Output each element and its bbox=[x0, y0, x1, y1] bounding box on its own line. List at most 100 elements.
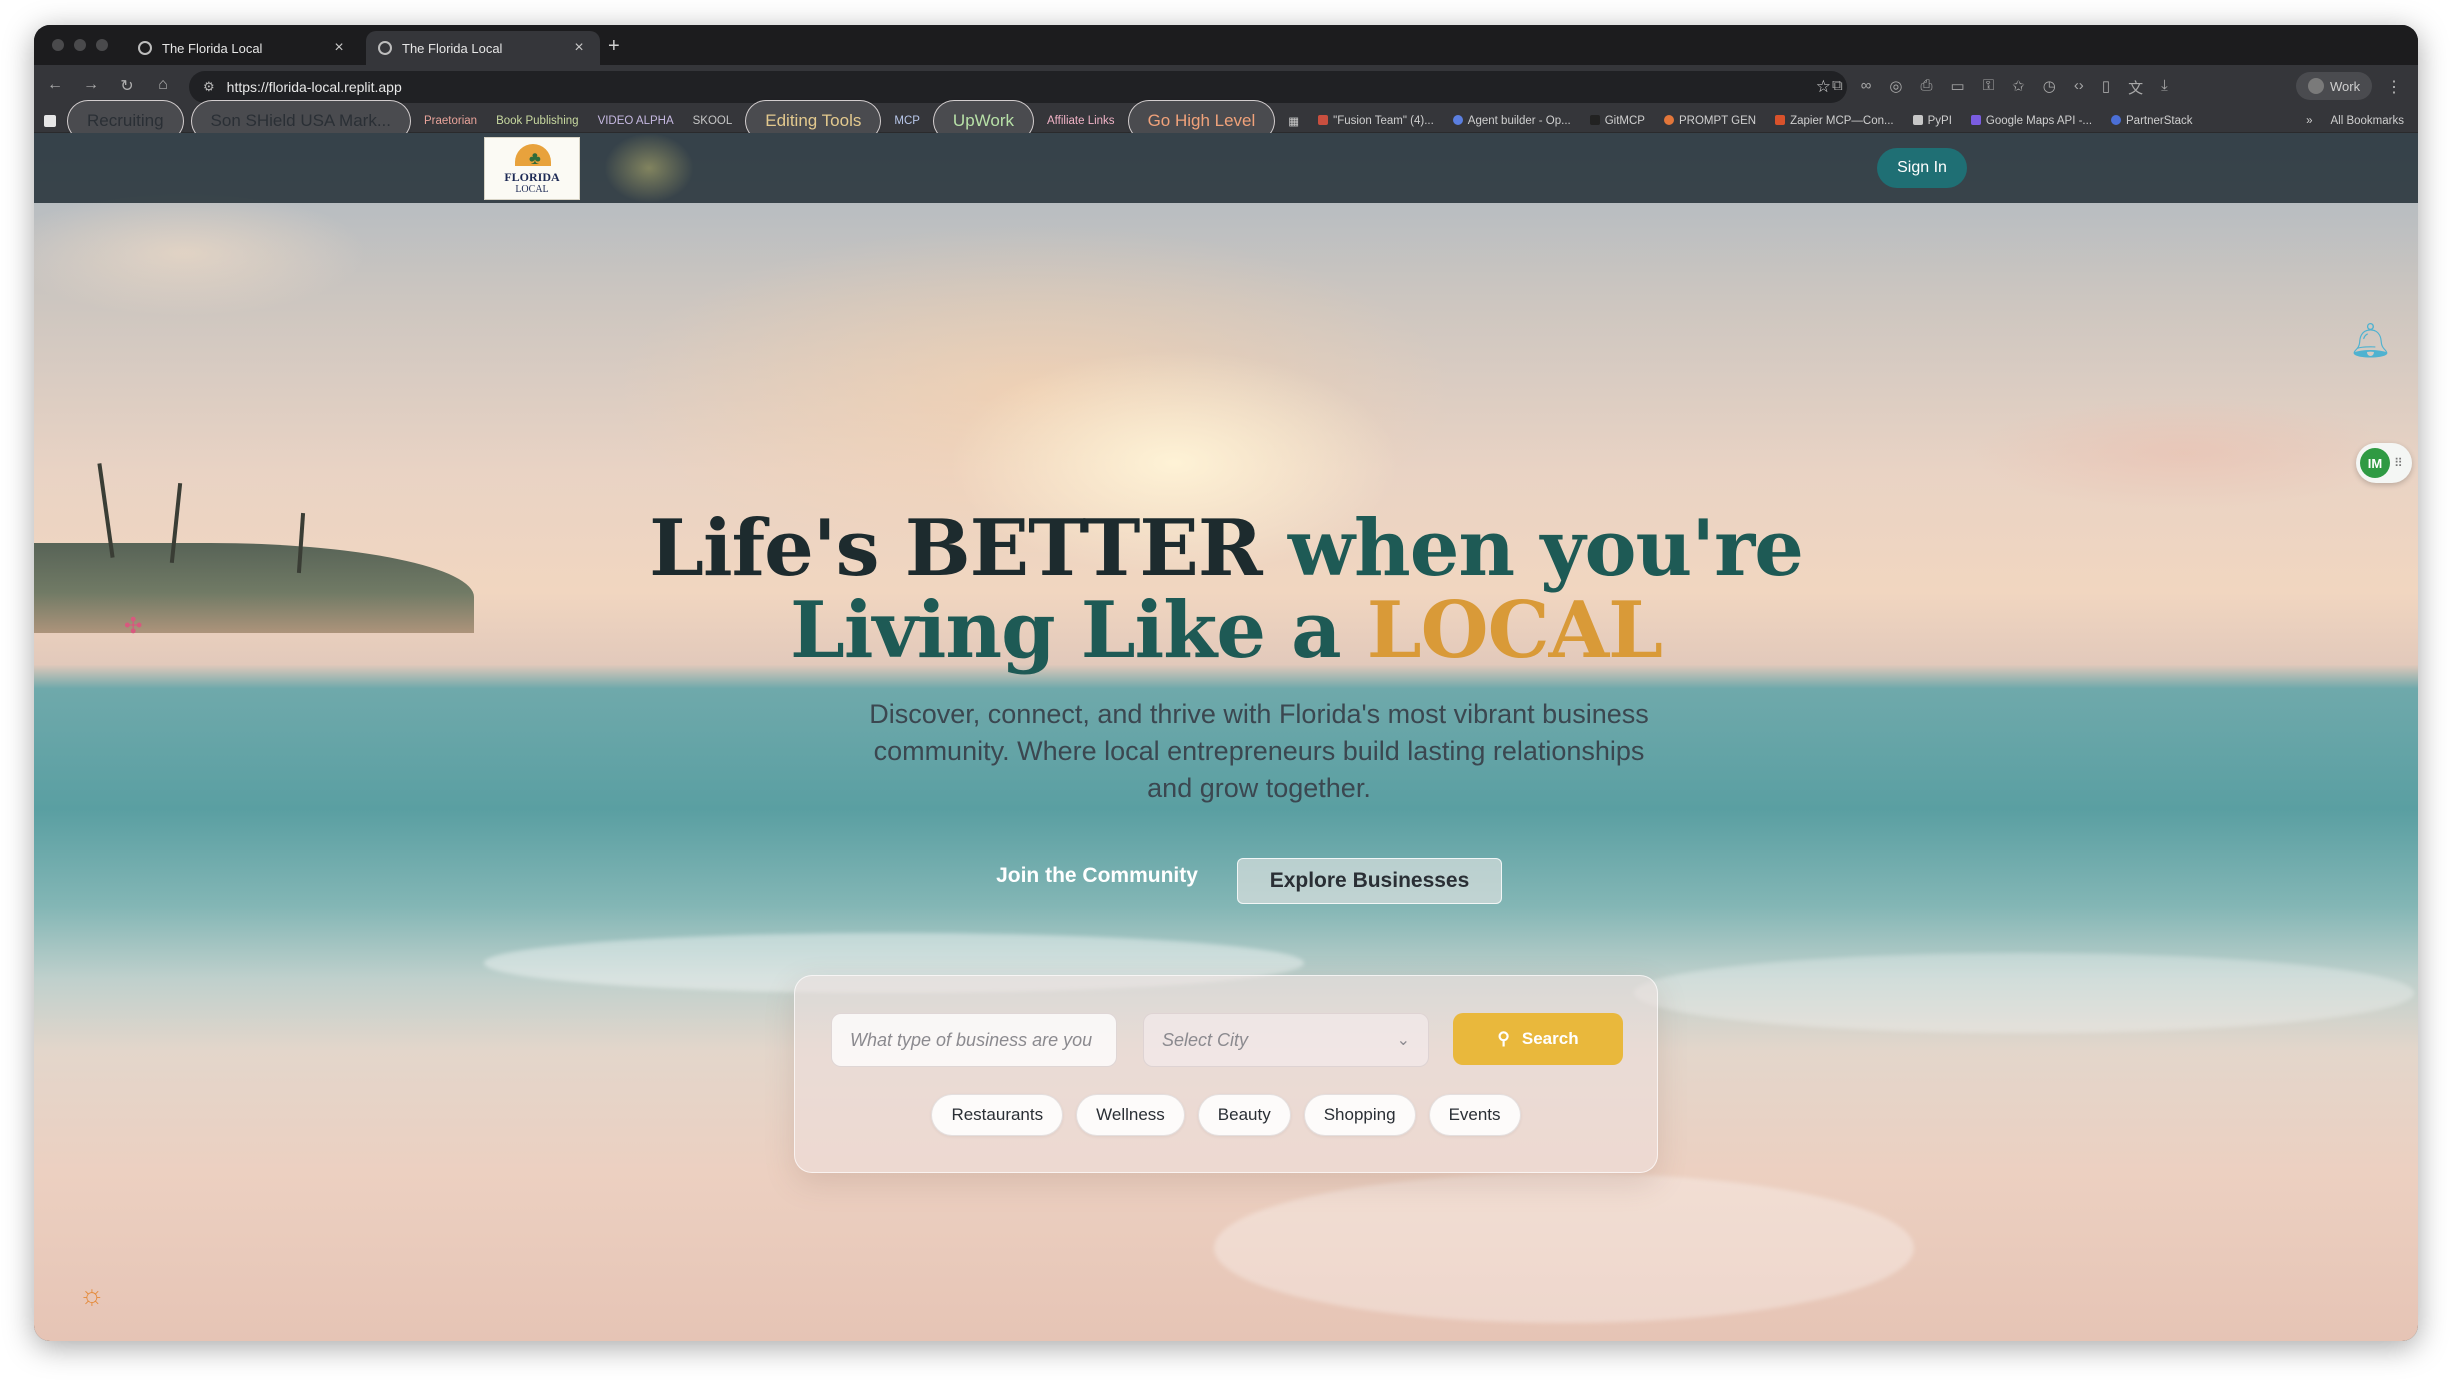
logo-text: FLORIDA bbox=[504, 170, 560, 184]
header-glow bbox=[604, 133, 694, 203]
minimize-window-button[interactable] bbox=[74, 39, 86, 51]
bookmark-item[interactable]: "Fusion Team" (4)... bbox=[1312, 113, 1440, 129]
tab-florida-local-1[interactable]: The Florida Local × bbox=[126, 31, 360, 65]
bookmark-label: PartnerStack bbox=[2126, 114, 2193, 127]
globe-icon bbox=[138, 41, 152, 55]
close-tab-icon[interactable]: × bbox=[330, 39, 348, 57]
home-icon[interactable]: ⌂ bbox=[152, 76, 174, 94]
category-chip-wellness[interactable]: Wellness bbox=[1076, 1094, 1185, 1136]
bookmark-item[interactable]: VIDEO ALPHA bbox=[592, 113, 680, 129]
city-select[interactable]: Select City ⌄ bbox=[1143, 1013, 1429, 1067]
bookmark-item[interactable]: SKOOL bbox=[687, 113, 739, 129]
bookmark-item[interactable]: Book Publishing bbox=[490, 113, 584, 129]
extension-badge[interactable]: IM ⠿ bbox=[2356, 443, 2412, 483]
hero-subtitle: Discover, connect, and thrive with Flori… bbox=[869, 699, 1649, 803]
city-select-value: Select City bbox=[1162, 1029, 1249, 1050]
bookmark-favicon-icon bbox=[1970, 114, 1981, 125]
bookmark-favicon-icon bbox=[1452, 114, 1463, 125]
tab-title: The Florida Local bbox=[162, 40, 263, 56]
explore-businesses-button[interactable]: Explore Businesses bbox=[1237, 858, 1502, 904]
title-word: BETTER bbox=[904, 503, 1263, 594]
wave-foam bbox=[1634, 953, 2414, 1033]
bookmark-favicon-icon bbox=[1912, 114, 1923, 125]
category-chips: Restaurants Wellness Beauty Shopping Eve… bbox=[795, 1094, 1657, 1136]
search-button-label: Search bbox=[1521, 1029, 1579, 1048]
site-logo[interactable]: ♣ FLORIDA LOCAL bbox=[484, 137, 580, 200]
business-search-input[interactable]: What type of business are you bbox=[831, 1013, 1117, 1067]
search-panel: What type of business are you Select Cit… bbox=[794, 975, 1658, 1173]
join-community-button[interactable]: Join the Community bbox=[982, 853, 1212, 899]
tab-florida-local-2[interactable]: The Florida Local × bbox=[366, 31, 600, 65]
search-button[interactable]: ⚲ Search bbox=[1453, 1013, 1623, 1065]
apps-icon[interactable] bbox=[44, 114, 56, 127]
profile-button[interactable]: Work bbox=[2296, 72, 2373, 100]
bookmark-item[interactable]: PyPI bbox=[1907, 113, 1958, 129]
globe-icon bbox=[378, 41, 392, 55]
bookmark-label: PROMPT GEN bbox=[1678, 114, 1757, 127]
sign-in-button[interactable]: Sign In bbox=[1877, 148, 1967, 188]
bookmarks-bar: Recruiting Son SHield USA Mark... Praeto… bbox=[34, 99, 2418, 142]
more-bookmarks-icon[interactable]: » bbox=[2306, 115, 2312, 127]
download-icon[interactable]: ⤓ bbox=[2161, 77, 2168, 98]
bookmark-label: Agent builder - Op... bbox=[1467, 114, 1571, 127]
devices-icon[interactable]: ▭ bbox=[1951, 77, 1965, 98]
close-window-button[interactable] bbox=[52, 39, 64, 51]
new-tab-button[interactable]: + bbox=[608, 35, 620, 58]
bookmark-item[interactable]: MCP bbox=[888, 113, 926, 129]
bookmark-favicon-icon bbox=[1589, 114, 1600, 125]
search-icon: ⚲ bbox=[1497, 1029, 1510, 1048]
back-icon[interactable]: ← bbox=[44, 76, 66, 94]
bookmark-item[interactable]: PROMPT GEN bbox=[1658, 113, 1762, 129]
grid-icon[interactable]: ▦ bbox=[1282, 112, 1305, 130]
window-controls bbox=[52, 39, 108, 51]
zoom-window-button[interactable] bbox=[96, 39, 108, 51]
bookmark-item[interactable]: GitMCP bbox=[1584, 113, 1651, 129]
bookmark-item[interactable]: Agent builder - Op... bbox=[1447, 113, 1577, 129]
logo-palm-icon: ♣ bbox=[529, 148, 541, 168]
site-header: ♣ FLORIDA LOCAL Sign In bbox=[34, 133, 2418, 203]
category-chip-restaurants[interactable]: Restaurants bbox=[931, 1094, 1064, 1136]
code-icon[interactable]: ‹› bbox=[2074, 77, 2084, 98]
close-tab-icon[interactable]: × bbox=[570, 39, 588, 57]
bookmark-item[interactable]: PartnerStack bbox=[2105, 113, 2198, 129]
reload-icon[interactable]: ↻ bbox=[116, 76, 138, 96]
bookmark-item[interactable]: Affiliate Links bbox=[1041, 113, 1121, 129]
bell-icon[interactable]: 🔔︎ bbox=[2349, 321, 2392, 361]
bookmark-item[interactable]: Praetorian bbox=[418, 113, 483, 129]
avatar bbox=[2308, 78, 2324, 94]
bookmark-label: Google Maps API -... bbox=[1985, 114, 2093, 127]
bookmark-star-icon[interactable]: ☆ bbox=[1816, 77, 1831, 97]
page-viewport: ♣ FLORIDA LOCAL Sign In 🔔︎ IM ⠿ ✣ Life's… bbox=[34, 133, 2418, 1341]
drag-handle-icon[interactable]: ⠿ bbox=[2394, 456, 2403, 470]
forward-icon[interactable]: → bbox=[80, 76, 102, 94]
profile-label: Work bbox=[2330, 78, 2361, 94]
translate-icon[interactable]: 文 bbox=[2128, 77, 2143, 98]
browser-window: The Florida Local × The Florida Local × … bbox=[34, 25, 2418, 1341]
url-text: https://florida-local.replit.app bbox=[226, 79, 402, 95]
trash-icon[interactable]: ▯ bbox=[2102, 77, 2110, 98]
bookmark-item[interactable]: Zapier MCP—Con... bbox=[1769, 113, 1900, 129]
favorites-icon[interactable]: ✩ bbox=[2012, 77, 2025, 98]
category-chip-shopping[interactable]: Shopping bbox=[1303, 1094, 1416, 1136]
title-word: LOCAL bbox=[1366, 585, 1663, 676]
site-info-icon[interactable]: ⚙ bbox=[203, 79, 215, 95]
sun-icon[interactable]: ☼ bbox=[79, 1279, 105, 1311]
extensions-icon[interactable]: ⧉ bbox=[1832, 77, 1843, 98]
logo-text: LOCAL bbox=[515, 184, 549, 195]
all-bookmarks[interactable]: » All Bookmarks bbox=[2306, 115, 2404, 127]
bookmark-item[interactable]: Google Maps API -... bbox=[1965, 113, 2098, 129]
tab-title: The Florida Local bbox=[402, 40, 503, 56]
print-icon[interactable]: ⎙ bbox=[1921, 77, 1933, 98]
category-chip-beauty[interactable]: Beauty bbox=[1197, 1094, 1291, 1136]
link-icon[interactable]: ∞ bbox=[1861, 77, 1872, 98]
camera-icon[interactable]: ◎ bbox=[1889, 77, 1902, 98]
category-chip-events[interactable]: Events bbox=[1428, 1094, 1521, 1136]
address-bar[interactable]: ⚙ https://florida-local.replit.app ☆ bbox=[189, 71, 1847, 103]
title-word: Life's bbox=[649, 503, 879, 594]
key-icon[interactable]: ⚿ bbox=[1983, 77, 1994, 98]
extension-badge-icon: IM bbox=[2360, 448, 2390, 478]
hero-title: Life's BETTER when you're Living Like a … bbox=[34, 508, 2418, 672]
title-word: Living Like a bbox=[789, 585, 1342, 676]
menu-icon[interactable]: ⋮ bbox=[2386, 77, 2402, 97]
history-icon[interactable]: ◷ bbox=[2043, 77, 2056, 98]
